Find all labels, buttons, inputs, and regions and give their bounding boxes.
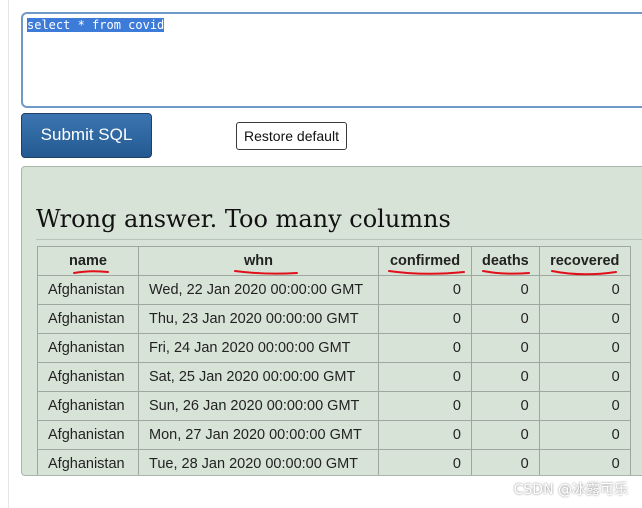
cell-confirmed: 0 — [378, 420, 472, 450]
column-header-label: whn — [244, 253, 273, 269]
column-header-label: confirmed — [389, 253, 461, 269]
column-header-label: deaths — [482, 253, 529, 269]
cell-deaths: 0 — [471, 362, 540, 392]
column-header-confirmed: confirmed — [378, 246, 472, 276]
cell-whn: Sun, 26 Jan 2020 00:00:00 GMT — [138, 391, 379, 421]
cell-recovered: 0 — [538, 449, 631, 475]
column-header-label: name — [69, 253, 107, 269]
cell-whn: Wed, 22 Jan 2020 00:00:00 GMT — [138, 275, 379, 305]
cropped-heading-fragment — [24, 0, 144, 3]
table-header-row: name whn confirmed deaths recovered — [37, 246, 631, 276]
cell-whn: Fri, 24 Jan 2020 00:00:00 GMT — [138, 333, 379, 363]
table-row: Afghanistan Sun, 26 Jan 2020 00:00:00 GM… — [37, 391, 631, 421]
sql-editor[interactable]: select * from covid — [21, 12, 642, 108]
cell-name: Afghanistan — [37, 362, 139, 392]
cell-recovered: 0 — [538, 391, 631, 421]
cell-whn: Tue, 28 Jan 2020 00:00:00 GMT — [138, 449, 379, 475]
table-row: Afghanistan Fri, 24 Jan 2020 00:00:00 GM… — [37, 333, 631, 363]
table-row: Afghanistan Tue, 28 Jan 2020 00:00:00 GM… — [37, 449, 631, 475]
cell-deaths: 0 — [471, 304, 540, 334]
restore-default-button[interactable]: Restore default — [236, 122, 347, 150]
cell-confirmed: 0 — [378, 275, 472, 305]
cell-whn: Mon, 27 Jan 2020 00:00:00 GMT — [138, 420, 379, 450]
cell-deaths: 0 — [471, 391, 540, 421]
cell-recovered: 0 — [538, 304, 631, 334]
table-row: Afghanistan Sat, 25 Jan 2020 00:00:00 GM… — [37, 362, 631, 392]
sql-editor-text: select * from covid — [27, 18, 165, 32]
cell-deaths: 0 — [471, 333, 540, 363]
table-row: Afghanistan Wed, 22 Jan 2020 00:00:00 GM… — [37, 275, 631, 305]
cell-confirmed: 0 — [378, 362, 472, 392]
cell-recovered: 0 — [538, 420, 631, 450]
column-header-deaths: deaths — [471, 246, 540, 276]
csdn-watermark: CSDN @冰露可乐 — [513, 482, 628, 498]
cell-deaths: 0 — [471, 449, 540, 475]
table-row: Afghanistan Thu, 23 Jan 2020 00:00:00 GM… — [37, 304, 631, 334]
cell-name: Afghanistan — [37, 333, 139, 363]
cell-name: Afghanistan — [37, 391, 139, 421]
cell-name: Afghanistan — [37, 420, 139, 450]
cell-recovered: 0 — [538, 362, 631, 392]
result-message: Wrong answer. Too many columns — [36, 205, 451, 233]
cell-deaths: 0 — [471, 420, 540, 450]
page-left-border — [8, 0, 9, 508]
cell-name: Afghanistan — [37, 275, 139, 305]
column-header-recovered: recovered — [538, 246, 631, 276]
cell-confirmed: 0 — [378, 391, 472, 421]
cell-name: Afghanistan — [37, 304, 139, 334]
cell-confirmed: 0 — [378, 449, 472, 475]
column-header-label: recovered — [550, 253, 620, 269]
cell-recovered: 0 — [538, 333, 631, 363]
cell-whn: Thu, 23 Jan 2020 00:00:00 GMT — [138, 304, 379, 334]
cell-name: Afghanistan — [37, 449, 139, 475]
cell-recovered: 0 — [538, 275, 631, 305]
table-row: Afghanistan Mon, 27 Jan 2020 00:00:00 GM… — [37, 420, 631, 450]
panel-divider — [36, 239, 642, 240]
cell-confirmed: 0 — [378, 333, 472, 363]
result-panel: Wrong answer. Too many columns name whn — [21, 166, 642, 476]
submit-sql-button[interactable]: Submit SQL — [21, 113, 152, 158]
column-header-whn: whn — [138, 246, 379, 276]
cell-confirmed: 0 — [378, 304, 472, 334]
column-header-name: name — [37, 246, 139, 276]
cell-whn: Sat, 25 Jan 2020 00:00:00 GMT — [138, 362, 379, 392]
result-table: name whn confirmed deaths recovered Afgh… — [37, 246, 631, 475]
cell-deaths: 0 — [471, 275, 540, 305]
